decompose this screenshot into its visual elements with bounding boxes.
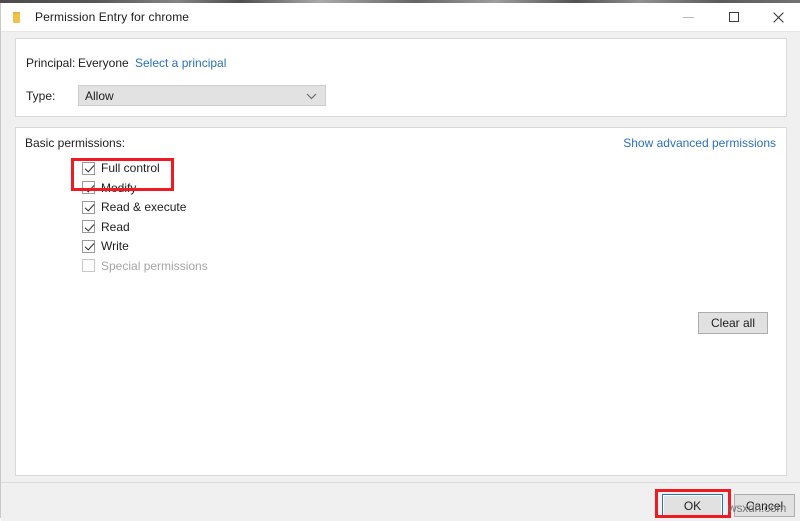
- checkbox-full-control[interactable]: [82, 161, 95, 175]
- permission-row-read-execute[interactable]: Read & execute: [82, 198, 208, 216]
- select-a-principal-link[interactable]: Select a principal: [135, 56, 226, 70]
- permission-label: Special permissions: [101, 258, 208, 273]
- permission-row-write[interactable]: Write: [82, 237, 208, 255]
- permission-label: Read & execute: [101, 200, 187, 214]
- permission-label: Modify: [101, 180, 137, 195]
- permission-entry-dialog: Permission Entry for chrome Principal: E…: [0, 3, 800, 521]
- checkbox-read[interactable]: [82, 220, 95, 233]
- checkbox-special-permissions: [82, 259, 95, 272]
- window-controls: [666, 3, 800, 31]
- principal-label: Principal:: [26, 56, 76, 70]
- checkbox-write[interactable]: [82, 239, 95, 253]
- show-advanced-permissions-link[interactable]: Show advanced permissions: [623, 136, 776, 150]
- folder-icon: [10, 9, 26, 25]
- permission-row-read[interactable]: Read: [82, 218, 208, 236]
- close-icon[interactable]: [756, 3, 800, 31]
- cancel-button[interactable]: Cancel: [734, 494, 795, 517]
- permissions-list: Full control Modify Read & execute Read: [82, 159, 208, 276]
- permission-label: Read: [101, 219, 130, 234]
- ok-button[interactable]: OK: [662, 494, 723, 517]
- clear-all-button[interactable]: Clear all: [698, 312, 768, 334]
- type-dropdown-value: Allow: [85, 88, 114, 103]
- minimize-icon[interactable]: [666, 3, 711, 31]
- type-dropdown[interactable]: Allow: [78, 85, 326, 106]
- type-label: Type:: [26, 89, 56, 103]
- permission-row-modify[interactable]: Modify: [82, 179, 208, 197]
- permission-row-full-control[interactable]: Full control: [82, 159, 208, 177]
- permission-label: Full control: [101, 161, 160, 175]
- window-title: Permission Entry for chrome: [35, 10, 190, 24]
- permission-label: Write: [101, 239, 129, 253]
- principal-group: Principal: Everyone Select a principal T…: [15, 38, 787, 117]
- checkbox-modify[interactable]: [82, 181, 95, 194]
- dialog-body: Principal: Everyone Select a principal T…: [1, 32, 800, 482]
- checkbox-read-execute[interactable]: [82, 200, 95, 214]
- maximize-icon[interactable]: [711, 3, 756, 31]
- principal-value: Everyone: [78, 56, 129, 70]
- basic-permissions-label: Basic permissions:: [25, 136, 126, 150]
- title-bar: Permission Entry for chrome: [1, 3, 800, 31]
- basic-permissions-group: Basic permissions: Show advanced permiss…: [15, 127, 787, 476]
- permission-row-special-permissions: Special permissions: [82, 257, 208, 275]
- chevron-down-icon: [306, 87, 317, 105]
